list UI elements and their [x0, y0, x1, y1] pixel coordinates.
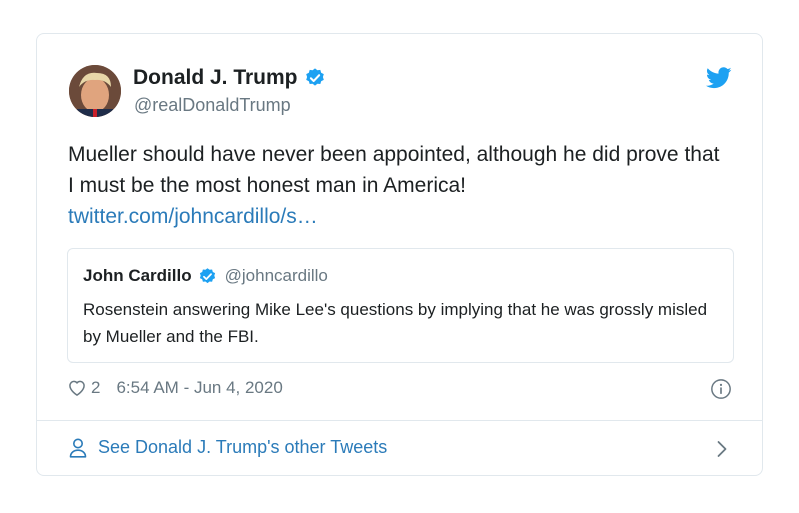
info-icon[interactable]	[710, 378, 732, 400]
tweet-body: Mueller should have never been appointed…	[68, 139, 728, 232]
chevron-right-icon	[716, 439, 728, 459]
person-icon	[69, 438, 87, 458]
tweet-text: Mueller should have never been appointed…	[68, 143, 720, 197]
quoted-author-name: John Cardillo	[83, 266, 192, 285]
like-count[interactable]: 2	[91, 378, 100, 398]
see-other-tweets-link[interactable]: See Donald J. Trump's other Tweets	[37, 421, 762, 477]
twitter-bird-icon[interactable]	[705, 67, 732, 89]
author-avatar[interactable]	[69, 65, 121, 117]
tweet-timestamp[interactable]: 6:54 AM - Jun 4, 2020	[116, 378, 282, 398]
verified-badge-icon	[198, 267, 217, 286]
quoted-tweet-text: Rosenstein answering Mike Lee's question…	[83, 300, 708, 346]
embedded-tweet-card: Donald J. Trump @realDonaldTrump Mueller…	[36, 33, 763, 476]
author-name-row[interactable]: Donald J. Trump	[133, 66, 326, 90]
tweet-link[interactable]: twitter.com/johncardillo/s…	[68, 201, 728, 232]
quoted-tweet-header: John Cardillo @johncardillo	[83, 266, 328, 286]
heart-icon[interactable]	[67, 378, 87, 398]
tweet-meta: 2 6:54 AM - Jun 4, 2020	[67, 378, 283, 398]
author-handle[interactable]: @realDonaldTrump	[134, 95, 291, 116]
author-name[interactable]: Donald J. Trump	[133, 66, 298, 90]
verified-badge-icon	[304, 67, 326, 89]
quoted-tweet[interactable]: John Cardillo @johncardillo Rosenstein a…	[67, 248, 734, 363]
see-other-tweets-label[interactable]: See Donald J. Trump's other Tweets	[98, 437, 387, 458]
quoted-author-handle: @johncardillo	[224, 266, 328, 285]
